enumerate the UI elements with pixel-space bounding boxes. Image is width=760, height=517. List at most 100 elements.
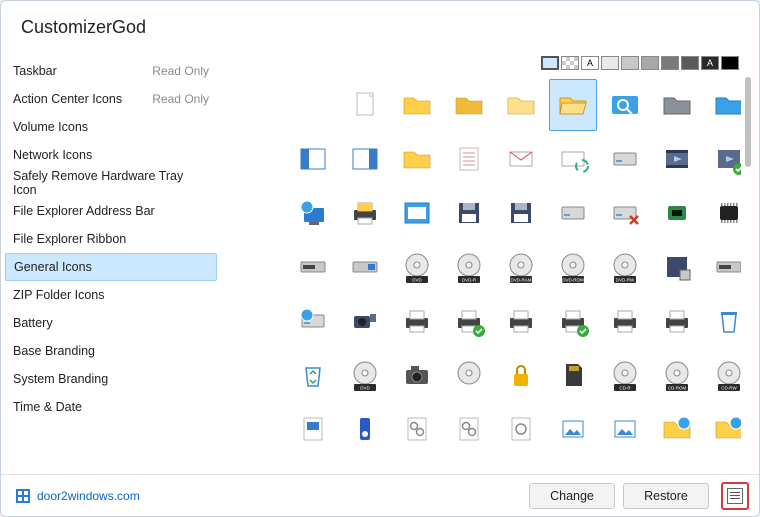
empty-cell [237, 187, 285, 239]
icon-cell-hdd-win[interactable] [341, 241, 389, 293]
icon-cell-mp3[interactable] [341, 403, 389, 455]
bg-swatch-3[interactable] [601, 56, 619, 70]
icon-cell-floppy[interactable] [497, 187, 545, 239]
recycle-icon [296, 358, 330, 392]
title-bar: CustomizerGod [1, 1, 759, 53]
sidebar-item-system-branding[interactable]: System Branding [1, 365, 221, 393]
scrollbar-thumb[interactable] [745, 77, 751, 167]
icon-cell-folder-search[interactable] [601, 79, 649, 131]
icon-cell-window-left[interactable] [289, 133, 337, 185]
bg-swatch-2[interactable]: A [581, 56, 599, 70]
icon-cell-dvdrw[interactable]: DVD-RW [601, 241, 649, 293]
icon-cell-dvdrom[interactable]: DVD-ROM [549, 241, 597, 293]
icon-cell-dvdr[interactable]: DVD-R [445, 241, 493, 293]
sidebar-item-volume-icons[interactable]: Volume Icons [1, 113, 221, 141]
sidebar-item-file-explorer-ribbon[interactable]: File Explorer Ribbon [1, 225, 221, 253]
icon-cell-mail[interactable] [497, 133, 545, 185]
empty-cell [237, 79, 285, 131]
sidebar-item-taskbar[interactable]: TaskbarRead Only [1, 57, 221, 85]
sidebar-item-zip-folder-icons[interactable]: ZIP Folder Icons [1, 281, 221, 309]
icon-cell-cdr[interactable]: CD-R [601, 349, 649, 401]
restore-button[interactable]: Restore [623, 483, 709, 509]
icon-cell-hdd-slot[interactable] [289, 241, 337, 293]
icon-cell-disc[interactable] [445, 349, 493, 401]
gears-icon [400, 412, 434, 446]
icon-cell-folder-light[interactable] [497, 79, 545, 131]
bg-swatch-5[interactable] [641, 56, 659, 70]
icon-cell-note[interactable] [445, 133, 493, 185]
sidebar-item-time-date[interactable]: Time & Date [1, 393, 221, 421]
sidebar-item-base-branding[interactable]: Base Branding [1, 337, 221, 365]
icon-cell-floppy[interactable] [445, 187, 493, 239]
icon-cell-dvdram[interactable]: DVD-RAM [497, 241, 545, 293]
sidebar-item-network-icons[interactable]: Network Icons [1, 141, 221, 169]
icon-cell-globe-monitor[interactable] [289, 187, 337, 239]
folder-light-icon [504, 88, 538, 122]
icon-cell-printer-ok[interactable] [549, 295, 597, 347]
icon-cell-printer-ok[interactable] [445, 295, 493, 347]
icon-cell-hdd-x[interactable] [601, 187, 649, 239]
sidebar-item-note: Read Only [152, 92, 209, 106]
icon-cell-dvd[interactable]: DVD [393, 241, 441, 293]
icon-cell-dvdlabel[interactable]: DVD [341, 349, 389, 401]
bg-swatch-8[interactable]: A [701, 56, 719, 70]
icon-cell-hdd[interactable] [549, 187, 597, 239]
icon-cell-camcorder[interactable] [341, 295, 389, 347]
icon-cell-image[interactable] [601, 403, 649, 455]
vertical-scrollbar[interactable] [741, 71, 755, 474]
icon-cell-mail-loading[interactable] [549, 133, 597, 185]
icon-cell-window-blue[interactable] [393, 187, 441, 239]
icon-cell-printer[interactable] [653, 295, 701, 347]
icon-cell-folder[interactable] [393, 133, 441, 185]
icon-cell-doc-app[interactable] [289, 403, 337, 455]
icon-cell-folder-open[interactable] [549, 79, 597, 131]
icon-cell-sdcard[interactable] [549, 349, 597, 401]
icon-cell-gear-doc[interactable] [497, 403, 545, 455]
icon-cell-printer[interactable] [601, 295, 649, 347]
folder-dark-icon [452, 88, 486, 122]
bg-swatch-4[interactable] [621, 56, 639, 70]
icon-cell-gears[interactable] [393, 403, 441, 455]
sidebar-item-label: Volume Icons [13, 120, 88, 134]
doc-app-icon [296, 412, 330, 446]
icon-cell-floppy-usb[interactable] [653, 241, 701, 293]
icon-cell-printer-y[interactable] [341, 187, 389, 239]
empty-cell [237, 295, 285, 347]
menu-button[interactable] [721, 482, 749, 510]
icon-cell-printer[interactable] [393, 295, 441, 347]
sidebar-item-action-center-icons[interactable]: Action Center Icons Read Only [1, 85, 221, 113]
icon-cell-lock[interactable] [497, 349, 545, 401]
globe-monitor-icon [296, 196, 330, 230]
icon-cell-image[interactable] [549, 403, 597, 455]
bg-swatch-0[interactable] [541, 56, 559, 70]
icon-cell-file[interactable] [341, 79, 389, 131]
sidebar-item-file-explorer-address-bar[interactable]: File Explorer Address Bar [1, 197, 221, 225]
brand-link[interactable]: door2windows.com [15, 488, 140, 504]
icon-cell-folder-gray[interactable] [653, 79, 701, 131]
icon-cell-camera[interactable] [393, 349, 441, 401]
bg-swatch-1[interactable] [561, 56, 579, 70]
file-icon [348, 88, 382, 122]
icon-cell-cdrom[interactable]: CD-ROM [653, 349, 701, 401]
icon-cell-gears[interactable] [445, 403, 493, 455]
brand-text: door2windows.com [37, 489, 140, 503]
sidebar-item-safely-remove-hardware-tray-icon[interactable]: Safely Remove Hardware Tray Icon [1, 169, 221, 197]
icon-cell-folder-globe[interactable] [653, 403, 701, 455]
sidebar-item-battery[interactable]: Battery [1, 309, 221, 337]
icon-cell-hdd[interactable] [601, 133, 649, 185]
bg-swatch-6[interactable] [661, 56, 679, 70]
change-button[interactable]: Change [529, 483, 615, 509]
sidebar-item-label: Action Center Icons [13, 92, 122, 106]
main-panel: AA DVDDVD-RDVD-RAMDVD-ROMDVD-RWDVDCD-RCD… [221, 53, 759, 474]
bg-swatch-9[interactable] [721, 56, 739, 70]
sidebar-item-general-icons[interactable]: General Icons [5, 253, 217, 281]
bg-swatch-7[interactable] [681, 56, 699, 70]
icon-cell-video[interactable] [653, 133, 701, 185]
icon-cell-chip-green[interactable] [653, 187, 701, 239]
icon-cell-window-right[interactable] [341, 133, 389, 185]
icon-cell-globe-hdd[interactable] [289, 295, 337, 347]
icon-cell-folder[interactable] [393, 79, 441, 131]
icon-cell-recycle[interactable] [289, 349, 337, 401]
icon-cell-printer[interactable] [497, 295, 545, 347]
icon-cell-folder-dark[interactable] [445, 79, 493, 131]
